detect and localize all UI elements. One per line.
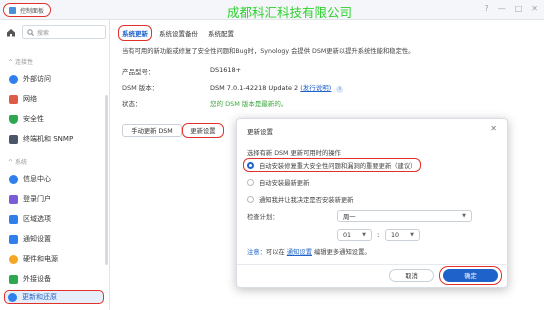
hour-select[interactable]: 01 ▼ [337, 229, 372, 241]
chevron-up-icon: ^ [8, 59, 15, 66]
minute-value: 10 [391, 231, 400, 239]
info-icon[interactable]: i [336, 86, 344, 93]
sidebar-item-update-restore[interactable]: 更新和还原 [4, 290, 104, 304]
dialog-title: 更新设置 [247, 128, 273, 136]
sidebar-item-info-center[interactable]: 信息中心 [6, 172, 106, 186]
house-network-icon [9, 94, 18, 104]
update-settings-dialog: 更新设置 ✕ 选择有新 DSM 更新可用时的操作 自动安装修复重大安全性问题和漏… [236, 118, 509, 288]
sidebar: 搜索 ^ 连接性 外部访问 网络 安全性 终端机和 SNMP ^ 系统 信息中心… [0, 20, 110, 310]
dialog-footer [237, 264, 509, 265]
home-icon [7, 28, 15, 36]
tab-system-update[interactable]: 系统更新 [118, 25, 152, 41]
dsm-version-label: DSM 版本： [122, 84, 159, 92]
shield-icon [9, 114, 18, 124]
globe-icon [9, 74, 18, 84]
manual-update-button[interactable]: 手动更新 DSM [122, 124, 182, 137]
watermark-company: 成都科汇科技有限公司 [227, 5, 353, 20]
app-title: 控制面板 [20, 7, 45, 15]
sidebar-scrollbar[interactable] [105, 95, 108, 265]
notification-settings-link[interactable]: 通知设置 [287, 249, 312, 256]
update-settings-button[interactable]: 更新设置 [182, 123, 224, 138]
option-auto-important[interactable]: 自动安装修复重大安全性问题和漏洞的重要更新（建议） [247, 160, 416, 171]
portal-icon [9, 194, 18, 204]
minute-select[interactable]: 10 ▼ [385, 229, 420, 241]
status-label: 状态： [122, 100, 142, 108]
product-value: DS1618+ [210, 66, 242, 74]
info-icon [9, 174, 18, 184]
bulb-icon [9, 254, 18, 264]
sidebar-item-security[interactable]: 安全性 [6, 112, 106, 126]
sidebar-item-login-portal[interactable]: 登录门户 [6, 192, 106, 206]
hour-value: 01 [343, 231, 352, 239]
search-input[interactable]: 搜索 [22, 25, 106, 39]
radio-unselected[interactable] [247, 179, 254, 186]
schedule-label: 检查计划： [247, 214, 279, 221]
ok-button[interactable]: 确定 [443, 269, 498, 282]
option-label: 自动安装修复重大安全性问题和漏洞的重要更新（建议） [259, 163, 417, 170]
window-controls: ? — □ ✕ [484, 4, 538, 13]
day-value: 周一 [343, 213, 356, 221]
tab-system-config[interactable]: 系统配置 [205, 26, 237, 40]
option-label: 通知我并让我决定是否安装新更新 [259, 197, 354, 204]
search-icon [27, 28, 34, 36]
sidebar-item-external-access[interactable]: 外部访问 [6, 72, 106, 86]
dsm-version-value: DSM 7.0.1-42218 Update 2 [210, 84, 299, 92]
device-icon [9, 274, 18, 284]
sidebar-item-network[interactable]: 网络 [6, 92, 106, 106]
dsm-version-row: DSM 7.0.1-42218 Update 2 (发行说明) i [210, 82, 344, 93]
notification-icon [9, 234, 18, 244]
dialog-prompt: 选择有新 DSM 更新可用时的操作 [247, 150, 341, 157]
sidebar-item-hardware-power[interactable]: 硬件和电源 [6, 252, 106, 266]
release-notes-link[interactable]: (发行说明) [300, 84, 331, 92]
sidebar-item-external-devices[interactable]: 外接设备 [6, 272, 106, 286]
minimize-icon[interactable]: — [498, 4, 506, 13]
terminal-icon [9, 134, 18, 144]
option-label: 自动安装最新更新 [259, 180, 310, 187]
status-value: 您的 DSM 版本是最新的。 [210, 100, 288, 108]
update-description: 当有可用的新功能或修复了安全性问题和Bug时，Synology 会提供 DSM更… [122, 48, 415, 55]
home-button[interactable] [4, 26, 18, 38]
chevron-down-icon: ▼ [462, 213, 466, 219]
sidebar-item-regional-options[interactable]: 区域选项 [6, 212, 106, 226]
update-icon [8, 292, 17, 302]
option-auto-latest[interactable]: 自动安装最新更新 [247, 177, 309, 188]
control-panel-icon [9, 6, 16, 14]
maximize-icon[interactable]: □ [515, 4, 523, 13]
help-icon[interactable]: ? [484, 4, 488, 13]
tab-bar: 系统更新 系统设置备份 系统配置 [118, 25, 237, 41]
radio-unselected[interactable] [247, 196, 254, 203]
product-label: 产品型号： [122, 68, 155, 76]
sidebar-item-notification[interactable]: 通知设置 [6, 232, 106, 246]
day-select[interactable]: 周一 ▼ [337, 210, 472, 222]
note-text: 注意：可以在 通知设置 编辑更多通知设置。 [247, 249, 371, 256]
close-icon[interactable]: ✕ [531, 4, 538, 13]
section-system[interactable]: ^ 系统 [8, 157, 27, 166]
chevron-up-icon: ^ [8, 159, 15, 166]
section-connectivity[interactable]: ^ 连接性 [8, 57, 33, 66]
chevron-down-icon: ▼ [362, 232, 366, 238]
option-notify-only[interactable]: 通知我并让我决定是否安装新更新 [247, 194, 353, 205]
radio-selected[interactable] [247, 162, 254, 169]
chevron-down-icon: ▼ [410, 232, 414, 238]
cancel-button[interactable]: 取消 [389, 269, 434, 282]
tab-config-backup[interactable]: 系统设置备份 [156, 26, 201, 40]
close-icon[interactable]: ✕ [490, 124, 497, 133]
search-placeholder: 搜索 [37, 29, 50, 37]
sidebar-item-terminal[interactable]: 终端机和 SNMP [6, 132, 106, 146]
region-icon [9, 214, 18, 224]
time-separator: : [377, 231, 380, 239]
app-title-pill[interactable]: 控制面板 [3, 3, 51, 17]
